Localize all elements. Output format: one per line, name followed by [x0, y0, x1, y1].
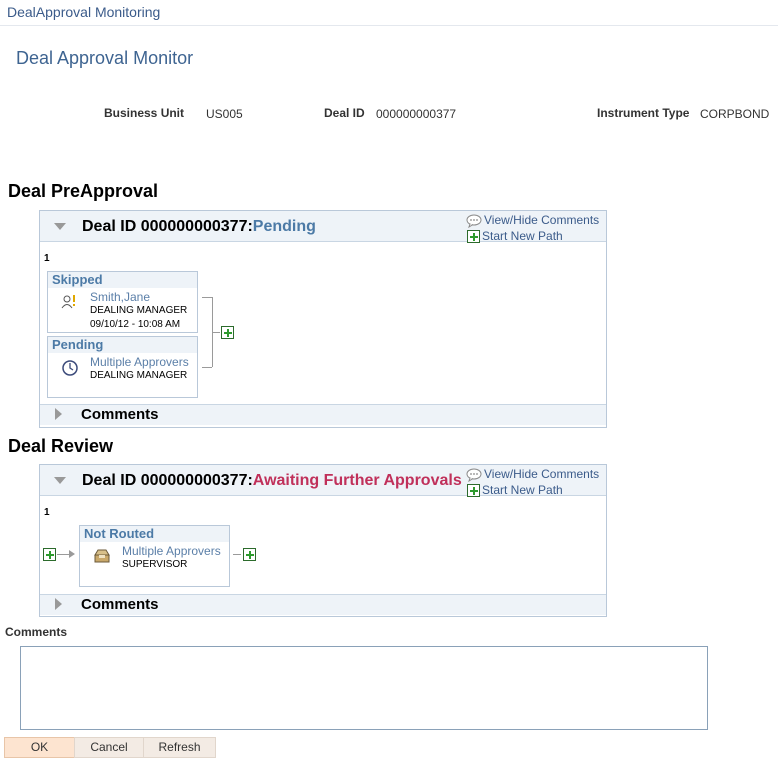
cancel-button[interactable]: Cancel [74, 737, 144, 758]
collapse-icon[interactable] [54, 223, 66, 230]
ok-button[interactable]: OK [4, 737, 75, 758]
instrument-type-label: Instrument Type [597, 106, 690, 120]
start-new-path-label: Start New Path [482, 229, 563, 243]
review-panel-header: Deal ID 000000000377:Awaiting Further Ap… [40, 465, 606, 497]
comments-label: Comments [5, 625, 68, 639]
header-divider [0, 25, 778, 26]
comments-textarea[interactable] [20, 646, 708, 730]
deal-id-heading: Deal ID 000000000377: [82, 218, 253, 235]
expand-icon[interactable] [55, 598, 62, 610]
speech-bubble-icon [466, 468, 482, 482]
comments-bar-label: Comments [81, 596, 159, 613]
view-hide-label: View/Hide Comments [484, 213, 600, 227]
preapproval-panel-header: Deal ID 000000000377:Pending View/Hide C… [40, 211, 606, 243]
deal-id-heading: Deal ID 000000000377: [82, 472, 253, 489]
stage-number: 1 [44, 253, 50, 264]
speech-bubble-icon [466, 214, 482, 228]
view-hide-label: View/Hide Comments [484, 467, 600, 481]
approver-name[interactable]: Multiple Approvers [122, 544, 221, 558]
comments-bar[interactable]: Comments [40, 594, 606, 615]
insert-after-plus-icon[interactable] [243, 548, 256, 561]
review-title: Deal Review [8, 436, 114, 456]
stage-number: 1 [44, 507, 50, 518]
approver-role: SUPERVISOR [122, 559, 188, 570]
step-status: Pending [48, 337, 197, 353]
arrow-icon [69, 550, 75, 558]
connector-line [212, 332, 220, 333]
comments-bar-label: Comments [81, 406, 159, 423]
user-warning-icon [61, 295, 75, 309]
approver-name[interactable]: Multiple Approvers [90, 355, 189, 369]
preapproval-deal-heading: Deal ID 000000000377:Pending [82, 218, 316, 236]
business-unit-label: Business Unit [104, 106, 185, 120]
step-pending: Pending Multiple Approvers DEALING MANAG… [47, 336, 198, 398]
plus-icon [467, 230, 480, 243]
page-title: Deal Approval Monitor [16, 48, 194, 68]
step-status: Not Routed [80, 526, 229, 542]
approver-role: DEALING MANAGER [90, 305, 188, 316]
clock-icon [62, 360, 78, 376]
review-panel: Deal ID 000000000377:Awaiting Further Ap… [39, 464, 607, 617]
insert-before-plus-icon[interactable] [43, 548, 56, 561]
step-not-routed: Not Routed Multiple Approvers SUPERVISOR [79, 525, 230, 587]
expand-icon[interactable] [55, 408, 62, 420]
preapproval-title: Deal PreApproval [8, 181, 159, 201]
connector-line [202, 297, 212, 298]
deal-id-label: Deal ID [324, 106, 365, 120]
status-text: Pending [252, 218, 316, 235]
deal-id-value: 000000000377 [376, 107, 457, 121]
refresh-button[interactable]: Refresh [143, 737, 216, 758]
preapproval-panel: Deal ID 000000000377:Pending View/Hide C… [39, 210, 607, 428]
status-text: Awaiting Further Approvals [252, 472, 462, 489]
collapse-icon[interactable] [54, 477, 66, 484]
step-skipped: Skipped Smith,Jane DEALING MANAGER 09/10… [47, 271, 198, 333]
plus-icon [467, 484, 480, 497]
connector-line [202, 367, 212, 368]
business-unit-value: US005 [206, 107, 243, 121]
add-step-plus-icon[interactable] [221, 326, 234, 339]
inbox-icon [94, 549, 110, 563]
review-deal-heading: Deal ID 000000000377:Awaiting Further Ap… [82, 472, 462, 490]
approver-role: DEALING MANAGER [90, 370, 188, 381]
start-new-path-label: Start New Path [482, 483, 563, 497]
approval-timestamp: 09/10/12 - 10:08 AM [90, 319, 181, 330]
comments-bar[interactable]: Comments [40, 404, 606, 425]
approver-name[interactable]: Smith,Jane [90, 290, 150, 304]
instrument-type-value: CORPBOND [700, 107, 770, 121]
connector-line [233, 554, 241, 555]
step-status: Skipped [48, 272, 197, 288]
breadcrumb: DealApproval Monitoring [7, 4, 161, 20]
